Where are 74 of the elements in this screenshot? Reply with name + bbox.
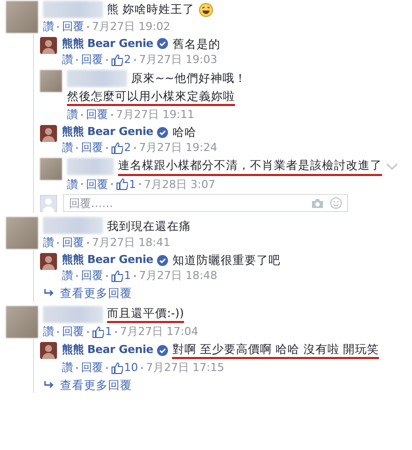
like-link[interactable]: 讚 — [62, 361, 73, 375]
view-more-replies-link[interactable]: 查看更多回覆 — [40, 378, 412, 392]
like-link[interactable]: 讚 — [62, 53, 73, 67]
reply-link[interactable]: 回覆 — [62, 236, 84, 250]
comment-text: 熊 妳啥時姓王了 — [107, 2, 195, 17]
reply-link[interactable]: 回覆 — [62, 20, 84, 34]
blurred-name — [67, 70, 127, 87]
author-name[interactable]: 熊熊 Bear Genie — [62, 343, 154, 358]
thumbs-up-icon — [111, 54, 123, 66]
blurred-avatar[interactable] — [40, 70, 62, 92]
avatar-silhouette-icon[interactable] — [40, 125, 57, 142]
reply-link[interactable]: 回覆 — [62, 324, 84, 339]
like-link[interactable]: 讚 — [67, 108, 78, 122]
comment-date: 7月27日 18:41 — [92, 236, 170, 250]
thumbs-up-icon — [116, 178, 128, 190]
comment-date: 7月27日 19:03 — [139, 53, 218, 67]
default-avatar-icon — [40, 194, 57, 212]
comment-date: 7月27日 19:11 — [116, 108, 194, 122]
blurred-name — [67, 158, 114, 176]
avatar-silhouette-icon[interactable] — [40, 253, 57, 270]
comment-date: 7月27日 18:48 — [139, 269, 218, 284]
reply-arrow-icon — [44, 380, 54, 389]
view-more-replies-link[interactable]: 查看更多回覆 — [40, 286, 412, 300]
like-link[interactable]: 讚 — [67, 178, 78, 192]
thumbs-up-icon — [92, 326, 104, 338]
blurred-avatar[interactable] — [6, 217, 38, 250]
like-link[interactable]: 讚 — [43, 236, 54, 250]
like-count: 1 — [105, 324, 112, 339]
comment-date: 7月27日 17:04 — [120, 324, 198, 339]
blurred-name — [43, 217, 103, 234]
comment-text: 連名楳跟小楳都分不清，不肖業者是該檢討改進了 — [118, 158, 382, 176]
comment-text: 對啊 至少要高價啊 哈哈 沒有啦 開玩笑 — [172, 342, 379, 359]
like-link[interactable]: 讚 — [62, 269, 73, 284]
comment-date: 7月27日 19:02 — [92, 20, 170, 34]
camera-icon[interactable] — [311, 198, 324, 210]
thumbs-up-icon — [111, 270, 123, 282]
reply-link[interactable]: 回覆 — [81, 141, 103, 156]
reply-link[interactable]: 回覆 — [81, 269, 103, 284]
like-link[interactable]: 讚 — [62, 141, 73, 156]
comment-text: 而且還平價:-)) — [107, 306, 184, 323]
author-name[interactable]: 熊熊 Bear Genie — [62, 125, 154, 140]
like-count: 2 — [124, 53, 131, 67]
avatar-silhouette-icon[interactable] — [40, 36, 57, 54]
author-name[interactable]: 熊熊 Bear Genie — [62, 253, 154, 268]
author-name[interactable]: 熊熊 Bear Genie — [62, 37, 154, 51]
blurred-name — [43, 1, 103, 18]
reply-link[interactable]: 回覆 — [86, 108, 108, 122]
comment-text: 我到現在還在痛 — [107, 218, 191, 233]
blurred-avatar[interactable] — [40, 158, 62, 180]
thumbs-up-icon — [111, 362, 123, 374]
reply-input-field[interactable]: 回覆…… — [63, 194, 348, 212]
comment-text: 知道防曬很重要了吧 — [172, 253, 280, 268]
like-link[interactable]: 讚 — [43, 20, 54, 34]
like-count: 1 — [124, 269, 131, 284]
comment-text: 然後怎麼可以用小楳來定義妳啦 — [67, 88, 235, 106]
comment-date: 7月28日 3:07 — [144, 178, 216, 192]
avatar-silhouette-icon[interactable] — [40, 342, 57, 359]
thumbs-up-icon — [111, 142, 123, 154]
comment-date: 7月27日 17:15 — [146, 361, 224, 375]
reply-link[interactable]: 回覆 — [81, 53, 103, 67]
blurred-name — [43, 306, 103, 323]
comment-text: 舊名是的 — [172, 36, 220, 52]
reply-link[interactable]: 回覆 — [81, 361, 103, 375]
like-count: 10 — [124, 361, 138, 375]
reply-arrow-icon — [44, 289, 54, 298]
comment-date: 7月27日 19:24 — [139, 141, 218, 156]
smiley-icon[interactable] — [330, 197, 342, 210]
reply-link[interactable]: 回覆 — [86, 178, 108, 192]
like-link[interactable]: 讚 — [43, 324, 54, 339]
comment-text: 哈哈 — [172, 125, 196, 140]
comment-text: 原來~~他們好神哦！ — [131, 71, 246, 86]
like-count: 1 — [129, 178, 136, 192]
like-count: 2 — [124, 141, 131, 156]
chevron-down-icon[interactable] — [386, 162, 398, 171]
